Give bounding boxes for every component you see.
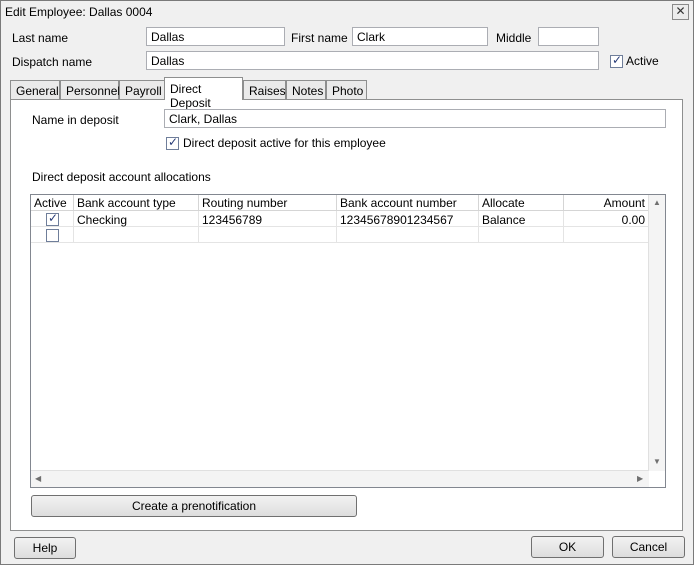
row-2-bank-account-number[interactable] [337, 227, 479, 243]
dispatch-name-label: Dispatch name [12, 55, 93, 69]
row-1-allocate[interactable]: Balance [479, 211, 564, 227]
row-1-routing-number[interactable]: 123456789 [199, 211, 337, 227]
allocations-grid: Active Bank account type Routing number … [30, 194, 666, 488]
window-title: Edit Employee: Dallas 0004 [5, 5, 153, 19]
name-in-deposit-label: Name in deposit [32, 113, 119, 127]
row-1-active-cell: ✓ [31, 211, 74, 227]
create-prenotification-button[interactable]: Create a prenotification [31, 495, 357, 517]
tab-general[interactable]: General [10, 80, 60, 99]
row-2-bank-account-type[interactable] [74, 227, 199, 243]
check-icon: ✓ [612, 53, 623, 67]
active-label: Active [626, 54, 659, 68]
allocations-label: Direct deposit account allocations [32, 170, 211, 184]
first-name-label: First name [291, 31, 348, 45]
scroll-left-icon[interactable]: ◀ [35, 474, 41, 483]
column-header-bank-account-number[interactable]: Bank account number [337, 195, 479, 211]
check-icon: ✓ [168, 135, 179, 149]
direct-deposit-active-checkbox[interactable]: ✓ [166, 135, 179, 150]
tab-photo[interactable]: Photo [326, 80, 367, 99]
help-button[interactable]: Help [14, 537, 76, 559]
scroll-up-icon[interactable]: ▲ [653, 198, 661, 207]
cancel-button[interactable]: Cancel [612, 536, 685, 558]
column-header-active[interactable]: Active [31, 195, 74, 211]
tab-payroll[interactable]: Payroll [119, 80, 165, 99]
tab-direct-deposit[interactable]: Direct Deposit [164, 77, 243, 110]
row-2-allocate[interactable] [479, 227, 564, 243]
middle-name-field[interactable] [538, 27, 599, 46]
scroll-right-icon[interactable]: ▶ [637, 474, 643, 483]
row-2-active-cell [31, 227, 74, 243]
last-name-field[interactable]: Dallas [146, 27, 285, 46]
horizontal-scrollbar[interactable]: ◀ ▶ [31, 470, 649, 487]
active-checkbox[interactable]: ✓ [610, 53, 623, 68]
column-header-routing-number[interactable]: Routing number [199, 195, 337, 211]
edit-employee-window: Edit Employee: Dallas 0004 ✕ Last name D… [0, 0, 694, 565]
tab-personnel[interactable]: Personnel [60, 80, 120, 99]
close-icon[interactable]: ✕ [672, 4, 689, 20]
tab-notes[interactable]: Notes [286, 80, 326, 99]
column-header-allocate[interactable]: Allocate [479, 195, 564, 211]
ok-button[interactable]: OK [531, 536, 604, 558]
last-name-label: Last name [12, 31, 69, 45]
middle-name-label: Middle [496, 31, 532, 45]
row-2-routing-number[interactable] [199, 227, 337, 243]
row-2-amount[interactable] [564, 227, 649, 243]
row-1-bank-account-type[interactable]: Checking [74, 211, 199, 227]
vertical-scrollbar[interactable]: ▲ ▼ [648, 195, 665, 471]
tab-raises[interactable]: Raises [243, 80, 286, 99]
row-1-bank-account-number[interactable]: 12345678901234567 [337, 211, 479, 227]
title-bar[interactable]: Edit Employee: Dallas 0004 ✕ [1, 1, 693, 23]
name-in-deposit-field[interactable]: Clark, Dallas [164, 109, 666, 128]
row-1-amount[interactable]: 0.00 [564, 211, 649, 227]
check-icon: ✓ [48, 211, 59, 225]
first-name-field[interactable]: Clark [352, 27, 488, 46]
column-header-amount[interactable]: Amount [564, 195, 649, 211]
scroll-down-icon[interactable]: ▼ [653, 457, 661, 466]
direct-deposit-active-label: Direct deposit active for this employee [183, 136, 386, 150]
row-1-active-checkbox[interactable]: ✓ [46, 211, 59, 226]
dispatch-name-field[interactable]: Dallas [146, 51, 599, 70]
row-2-active-checkbox[interactable] [46, 229, 59, 242]
column-header-bank-account-type[interactable]: Bank account type [74, 195, 199, 211]
